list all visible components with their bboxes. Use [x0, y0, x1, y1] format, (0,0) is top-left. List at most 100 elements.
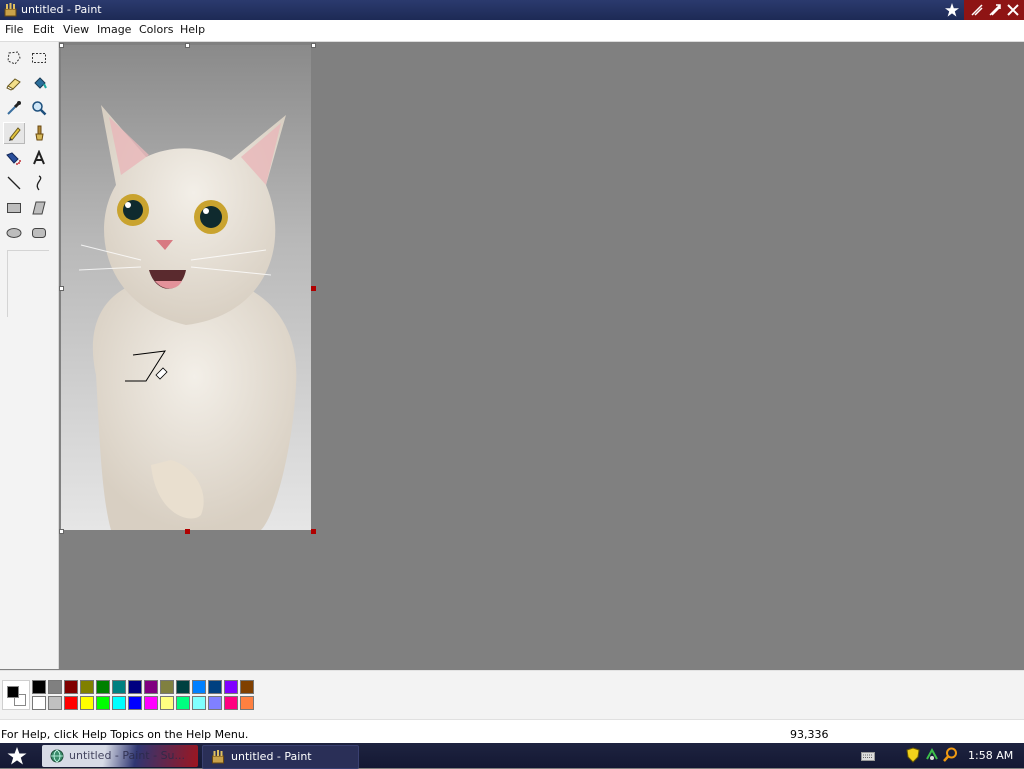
palette-swatch[interactable] [64, 680, 78, 694]
tool-brush[interactable] [28, 122, 50, 144]
tool-fill[interactable] [28, 72, 50, 94]
palette-swatch[interactable] [80, 680, 94, 694]
palette-swatch[interactable] [176, 680, 190, 694]
tool-free-form-select[interactable] [3, 47, 25, 69]
menu-bar: File Edit View Image Colors Help [0, 20, 1024, 42]
palette-swatch[interactable] [240, 680, 254, 694]
tool-curve[interactable] [28, 172, 50, 194]
resize-handle [59, 286, 64, 291]
resize-handle [185, 43, 190, 48]
tool-pencil[interactable] [3, 122, 25, 144]
text-icon [33, 150, 45, 165]
tool-rounded-rectangle[interactable] [28, 222, 50, 244]
tool-line[interactable] [3, 172, 25, 194]
menu-view[interactable]: View [63, 23, 89, 36]
palette-swatch[interactable] [48, 680, 62, 694]
tool-eraser[interactable] [3, 72, 25, 94]
taskbar-item-label: untitled - Paint - Su... [69, 749, 186, 762]
resize-handle [311, 43, 316, 48]
resize-handle [59, 43, 64, 48]
close-icon[interactable] [1006, 3, 1020, 17]
palette-swatch[interactable] [112, 680, 126, 694]
resize-handle-bottom[interactable] [185, 529, 190, 534]
network-icon[interactable] [925, 747, 939, 763]
menu-file[interactable]: File [5, 23, 23, 36]
palette-swatch[interactable] [128, 696, 142, 710]
status-coordinates: 93,336 [790, 728, 829, 741]
search-icon[interactable] [943, 747, 958, 763]
toolbox [0, 42, 59, 669]
color-box [0, 670, 1024, 719]
palette-swatch[interactable] [176, 696, 190, 710]
menu-colors[interactable]: Colors [139, 23, 173, 36]
star-icon[interactable] [944, 2, 960, 18]
minimize-icon[interactable] [970, 3, 984, 17]
tool-rectangle[interactable] [3, 197, 25, 219]
menu-image[interactable]: Image [97, 23, 131, 36]
tool-select[interactable] [28, 47, 50, 69]
ellipse-icon [6, 228, 22, 238]
palette-swatch[interactable] [160, 696, 174, 710]
palette-swatch[interactable] [32, 680, 46, 694]
pencil-icon [9, 127, 21, 141]
paint-bucket-icon [34, 77, 47, 89]
eyedropper-icon [7, 101, 21, 115]
selected-colors [2, 680, 30, 710]
keyboard-icon[interactable] [861, 749, 875, 763]
title-bar: untitled - Paint [0, 0, 1024, 20]
polygon-icon [32, 201, 46, 215]
palette-swatch[interactable] [64, 696, 78, 710]
palette-swatch[interactable] [240, 696, 254, 710]
airbrush-icon [6, 152, 21, 165]
palette-swatch[interactable] [192, 680, 206, 694]
palette-swatch[interactable] [208, 680, 222, 694]
palette-swatch[interactable] [144, 696, 158, 710]
status-bar: For Help, click Help Topics on the Help … [0, 719, 1024, 744]
palette-swatch[interactable] [224, 696, 238, 710]
palette-swatch[interactable] [144, 680, 158, 694]
palette-swatch[interactable] [80, 696, 94, 710]
tool-polygon[interactable] [28, 197, 50, 219]
palette-swatch[interactable] [224, 680, 238, 694]
start-star-icon[interactable] [6, 746, 28, 766]
tool-pick-color[interactable] [3, 97, 25, 119]
maximize-icon[interactable] [988, 3, 1002, 17]
curve-icon [36, 175, 42, 191]
palette-swatch[interactable] [160, 680, 174, 694]
rectangle-icon [7, 203, 21, 213]
tool-text[interactable] [28, 147, 50, 169]
rounded-rect-icon [32, 228, 46, 238]
menu-edit[interactable]: Edit [33, 23, 54, 36]
eraser-icon [6, 78, 21, 91]
tool-ellipse[interactable] [3, 222, 25, 244]
rect-select-icon [32, 53, 46, 63]
palette-swatch[interactable] [192, 696, 206, 710]
palette-swatch[interactable] [96, 696, 110, 710]
foreground-color[interactable] [7, 686, 19, 698]
menu-help[interactable]: Help [180, 23, 205, 36]
palette-swatch[interactable] [128, 680, 142, 694]
palette-swatch[interactable] [208, 696, 222, 710]
tool-airbrush[interactable] [3, 147, 25, 169]
shield-icon[interactable] [906, 747, 920, 763]
brush-icon [35, 125, 44, 141]
paint-app-icon [212, 750, 224, 764]
drawing-canvas[interactable] [61, 45, 311, 530]
canvas-area [59, 42, 1024, 669]
palette-swatch[interactable] [48, 696, 62, 710]
resize-handle-corner[interactable] [311, 529, 316, 534]
palette-swatch[interactable] [32, 696, 46, 710]
palette-swatch[interactable] [112, 696, 126, 710]
taskbar-item-1[interactable]: untitled - Paint - Su... [42, 745, 198, 767]
resize-handle [59, 529, 64, 534]
globe-icon [50, 749, 64, 763]
paint-app-icon [4, 3, 17, 17]
magnifier-icon [32, 101, 47, 116]
taskbar-item-2[interactable]: untitled - Paint [202, 745, 359, 769]
palette-swatch[interactable] [96, 680, 110, 694]
tool-magnifier[interactable] [28, 97, 50, 119]
resize-handle-right[interactable] [311, 286, 316, 291]
tool-options-box[interactable] [7, 250, 49, 317]
freeform-select-icon [7, 51, 21, 65]
taskbar: untitled - Paint - Su... untitled - Pain… [0, 743, 1024, 769]
